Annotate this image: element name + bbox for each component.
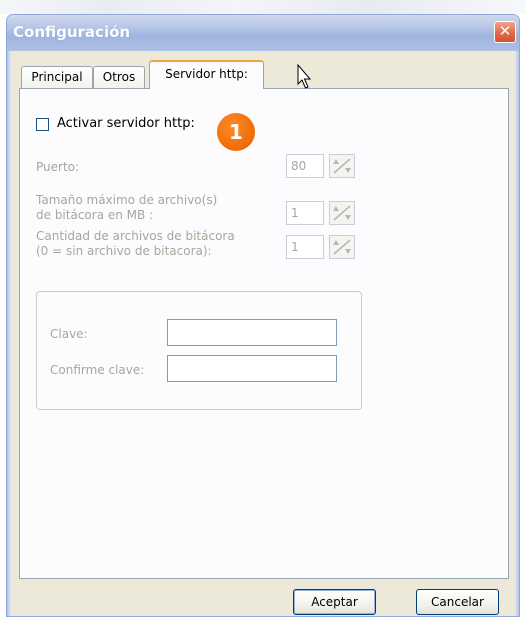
tab-servidor-http-label: Servidor http:: [165, 67, 248, 81]
spin-arrows-icon: [333, 239, 351, 255]
password-input[interactable]: [167, 319, 337, 346]
max-log-size-label-line2: de bitácora en MB :: [36, 208, 154, 222]
window-title: Configuración: [13, 23, 131, 41]
window-frame-right: [515, 51, 519, 616]
background-strip: [0, 0, 526, 14]
enable-http-checkbox[interactable]: [36, 118, 49, 131]
configuration-dialog: Configuración ✕ Principal Otros Servidor…: [6, 14, 520, 617]
password-label: Clave:: [50, 327, 88, 341]
log-count-label-line2: (0 = sin archivo de bitacora):: [36, 244, 212, 258]
tab-otros-label: Otros: [102, 70, 136, 84]
accept-button[interactable]: Aceptar: [293, 589, 376, 615]
password-group: [36, 291, 362, 410]
log-count-field[interactable]: 1: [286, 235, 324, 259]
callout-badge: 1: [217, 113, 255, 151]
tab-otros[interactable]: Otros: [93, 66, 145, 88]
confirm-password-label: Confirme clave:: [50, 363, 145, 377]
confirm-password-input[interactable]: [167, 355, 337, 382]
title-bar[interactable]: Configuración ✕: [7, 15, 519, 51]
log-count-spin-button[interactable]: [329, 235, 355, 259]
close-icon: ✕: [498, 22, 512, 40]
spin-arrows-icon: [333, 205, 351, 221]
mouse-pointer-icon: [297, 64, 312, 89]
port-label: Puerto:: [36, 160, 80, 174]
max-log-size-spin-button[interactable]: [329, 201, 355, 225]
spin-arrows-icon: [333, 158, 351, 174]
port-field[interactable]: 80: [286, 154, 324, 178]
window-frame-left: [7, 51, 11, 616]
cancel-button[interactable]: Cancelar: [416, 589, 499, 615]
max-log-size-label-line1: Tamaño máximo de archivo(s): [36, 193, 218, 207]
log-count-label-line1: Cantidad de archivos de bitácora: [36, 229, 235, 243]
tab-principal[interactable]: Principal: [21, 66, 93, 88]
tab-servidor-http[interactable]: Servidor http:: [149, 60, 264, 89]
close-button[interactable]: ✕: [494, 21, 516, 43]
max-log-size-field[interactable]: 1: [286, 201, 324, 225]
enable-http-label[interactable]: Activar servidor http:: [57, 116, 195, 131]
tab-principal-label: Principal: [31, 70, 83, 84]
port-spin-button[interactable]: [329, 154, 355, 178]
